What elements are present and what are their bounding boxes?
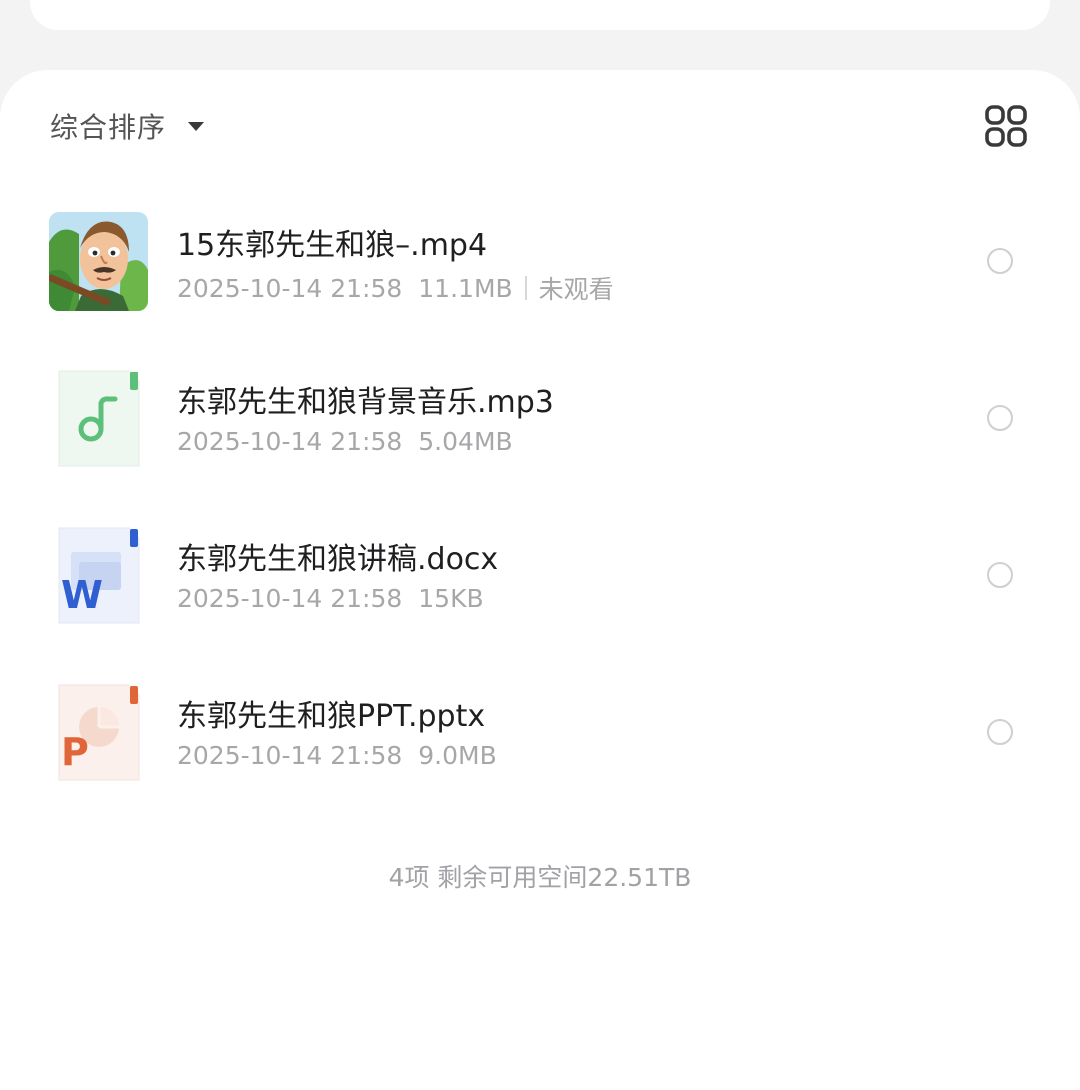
select-radio[interactable]: [987, 248, 1013, 274]
file-date: 2025-10-14 21:58: [177, 273, 403, 303]
grid-view-icon[interactable]: [984, 104, 1028, 148]
file-size: 5.04MB: [418, 427, 513, 456]
file-date: 2025-10-14 21:58: [177, 427, 403, 456]
file-list-panel: 综合排序 15东郭先生和狼–.mp4 2025-10-14 21:58 11.1…: [0, 70, 1080, 1090]
sort-label: 综合排序: [50, 111, 167, 144]
top-card: [30, 0, 1050, 30]
file-name: 东郭先生和狼讲稿.docx: [177, 542, 499, 577]
file-size: 9.0MB: [418, 741, 497, 770]
select-radio[interactable]: [987, 719, 1013, 745]
file-row-docx[interactable]: W 东郭先生和狼讲稿.docx 2025-10-14 21:58 15KB: [0, 496, 1080, 653]
svg-text:P: P: [61, 730, 89, 774]
file-size: 15KB: [418, 584, 484, 613]
select-radio[interactable]: [987, 405, 1013, 431]
audio-file-icon: [49, 369, 148, 468]
video-thumbnail: [49, 212, 148, 311]
file-row-audio[interactable]: 东郭先生和狼背景音乐.mp3 2025-10-14 21:58 5.04MB: [0, 339, 1080, 496]
select-radio[interactable]: [987, 562, 1013, 588]
file-meta: 2025-10-14 21:58 5.04MB: [177, 427, 513, 456]
file-row-pptx[interactable]: P 东郭先生和狼PPT.pptx 2025-10-14 21:58 9.0MB: [0, 653, 1080, 810]
sort-dropdown[interactable]: 综合排序: [50, 106, 205, 146]
file-size: 11.1MB: [418, 273, 513, 303]
file-date: 2025-10-14 21:58: [177, 584, 403, 613]
file-name: 东郭先生和狼PPT.pptx: [177, 699, 486, 734]
powerpoint-file-icon: P: [49, 683, 148, 782]
svg-text:W: W: [61, 573, 103, 617]
storage-summary: 4项 剩余可用空间22.51TB: [388, 863, 692, 892]
file-date: 2025-10-14 21:58: [177, 741, 403, 770]
file-list: 15东郭先生和狼–.mp4 2025-10-14 21:58 11.1MB 未观…: [0, 182, 1080, 810]
file-meta: 2025-10-14 21:58 11.1MB 未观看: [177, 270, 614, 306]
file-name: 15东郭先生和狼–.mp4: [177, 228, 488, 263]
file-name: 东郭先生和狼背景音乐.mp3: [177, 385, 554, 420]
file-meta: 2025-10-14 21:58 9.0MB: [177, 741, 497, 770]
file-meta: 2025-10-14 21:58 15KB: [177, 584, 484, 613]
watch-status: 未观看: [538, 275, 614, 304]
word-file-icon: W: [49, 526, 148, 625]
file-row-video[interactable]: 15东郭先生和狼–.mp4 2025-10-14 21:58 11.1MB 未观…: [0, 182, 1080, 339]
caret-down-icon: [188, 121, 205, 131]
meta-divider: [524, 276, 527, 300]
